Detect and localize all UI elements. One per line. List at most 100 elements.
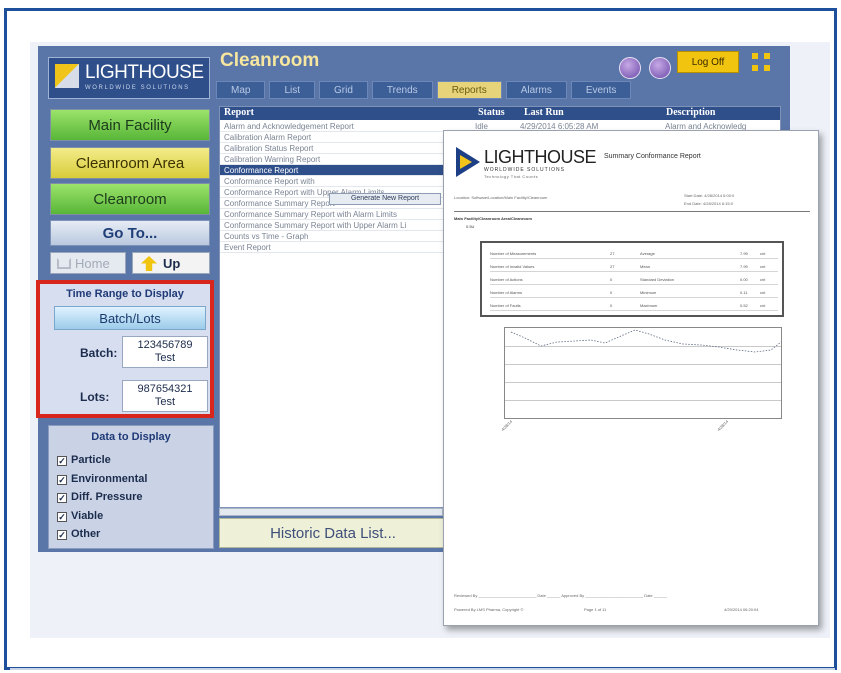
app-title: Cleanroom	[220, 50, 320, 71]
stats-cell-count: 0	[610, 303, 613, 308]
up-label: Up	[163, 256, 181, 271]
doc-signature-line: Reviewed By __________________________ D…	[454, 593, 668, 598]
report-cell-name: Conformance Summary Report with Alarm Li…	[224, 210, 397, 219]
time-range-panel: Time Range to Display Batch/Lots Batch: …	[36, 280, 214, 418]
cleanroom-area-button[interactable]: Cleanroom Area	[50, 147, 210, 179]
doc-section-sub: 0.5U	[466, 224, 475, 229]
doc-logo-tagline: Technology That Counts	[484, 174, 539, 179]
tab-events[interactable]: Events	[570, 81, 632, 99]
stats-cell-stat: Standard Deviation	[640, 277, 675, 282]
doc-date-label: Date	[537, 593, 546, 598]
checkbox-label: Environmental	[71, 473, 148, 485]
data-to-display-title: Data to Display	[91, 431, 171, 443]
up-arrow-icon	[141, 256, 157, 271]
stats-cell-value: 7.99	[740, 264, 748, 269]
doc-logo-subtitle: WORLDWIDE SOLUTIONS	[484, 167, 565, 173]
tab-alarms[interactable]: Alarms	[505, 81, 567, 99]
stats-row: Number of Measurements 27 Average 7.99 cnt	[490, 249, 778, 259]
home-button[interactable]: Home	[50, 252, 126, 274]
stats-cell-value: 0.11	[740, 290, 748, 295]
batch-field[interactable]: 123456789 Test	[122, 336, 208, 368]
logoff-button[interactable]: Log Off	[677, 51, 739, 73]
tab-reports[interactable]: Reports	[436, 81, 502, 99]
col-report[interactable]: Report	[224, 107, 254, 118]
tab-grid[interactable]: Grid	[319, 81, 368, 99]
checkbox-label: Diff. Pressure	[71, 491, 143, 503]
doc-footer-page: Page 1 of 11	[584, 607, 607, 612]
stats-row: Number of Invalid Values 27 Mean 7.99 cnt	[490, 262, 778, 272]
tab-trends[interactable]: Trends	[371, 81, 433, 99]
main-facility-button[interactable]: Main Facility	[50, 109, 210, 141]
col-last-run[interactable]: Last Run	[524, 107, 564, 118]
report-cell-name: Event Report	[224, 243, 271, 252]
stats-cell-count: 0	[610, 277, 613, 282]
lots-label: Lots:	[80, 390, 110, 404]
time-range-title: Time Range to Display	[66, 288, 184, 300]
checkbox-checked-icon: ✓	[57, 512, 67, 522]
help-icon[interactable]	[619, 57, 641, 79]
stats-cell-count: 27	[610, 251, 615, 256]
tab-list[interactable]: List	[269, 81, 316, 99]
up-button[interactable]: Up	[132, 252, 210, 274]
doc-start-label: Start Date:	[684, 193, 704, 198]
col-description[interactable]: Description	[666, 107, 715, 118]
report-cell-name: Conformance Report	[224, 166, 299, 175]
stats-cell-unit: cnt	[760, 303, 766, 308]
lighthouse-logo: LIGHTHOUSE WORLDWIDE SOLUTIONS	[48, 57, 210, 99]
stats-cell-label: Number of Faults	[490, 303, 521, 308]
report-cell-name: Counts vs Time - Graph	[224, 232, 309, 241]
col-status[interactable]: Status	[478, 107, 505, 118]
horizontal-scrollbar[interactable]	[219, 508, 443, 516]
checkbox-particle[interactable]: ✓ Particle	[57, 454, 111, 466]
doc-location: Location: Software/Location/Main Facilit…	[454, 195, 547, 200]
doc-reviewed-by: Reviewed By	[454, 593, 478, 598]
stats-cell-stat: Mean	[640, 264, 651, 269]
doc-date-label-2: Date	[644, 593, 653, 598]
checkbox-label: Particle	[71, 454, 111, 466]
logo-subtitle: WORLDWIDE SOLUTIONS	[85, 85, 190, 91]
batch-value-line2: Test	[154, 352, 176, 364]
stats-cell-stat: Maximum	[640, 303, 658, 308]
tab-map[interactable]: Map	[216, 81, 266, 99]
report-cell-name: Conformance Report with	[224, 177, 315, 186]
doc-approved-by: Approved By	[561, 593, 585, 598]
stats-cell-stat: Average	[640, 251, 655, 256]
cleanroom-button[interactable]: Cleanroom	[50, 183, 210, 215]
stats-row: Number of Alarms 0 Minimum 0.11 cnt	[490, 288, 778, 298]
lots-value-line1: 987654321	[137, 383, 193, 395]
summary-report-document: LIGHTHOUSE WORLDWIDE SOLUTIONS Technolog…	[443, 130, 819, 626]
frame-bottom-rule	[10, 668, 835, 670]
checkbox-label: Viable	[71, 510, 104, 522]
settings-icon[interactable]	[649, 57, 671, 79]
doc-location-label: Location:	[454, 195, 471, 200]
doc-footer-left: Powered By LMS Pharma, Copyright ©	[454, 607, 524, 612]
doc-location-value: Software/Location/Main Facility/Cleanroo…	[471, 195, 548, 200]
report-cell-name: Alarm and Acknowledgement Report	[224, 122, 354, 131]
stats-cell-label: Number of Alarms	[490, 290, 523, 295]
generate-new-report-button[interactable]: Generate New Report	[329, 193, 441, 205]
report-list-header: Report Status Last Run Description	[220, 107, 780, 120]
historic-data-list-button[interactable]: Historic Data List...	[219, 518, 447, 548]
logo-mark-icon	[55, 64, 79, 88]
logo-name: LIGHTHOUSE	[85, 62, 204, 83]
stats-cell-unit: cnt	[760, 264, 766, 269]
checkbox-diff-pressure[interactable]: ✓ Diff. Pressure	[57, 491, 143, 503]
stats-cell-label: Number of Measurements	[490, 251, 537, 256]
range-mode-button[interactable]: Batch/Lots	[54, 306, 206, 330]
stats-cell-label: Number of Invalid Values	[490, 264, 535, 269]
home-icon	[57, 258, 71, 269]
stats-cell-unit: cnt	[760, 277, 766, 282]
doc-end-value: 4/28/2014 6:15:0	[702, 201, 733, 206]
checkbox-environmental[interactable]: ✓ Environmental	[57, 473, 147, 485]
batch-value-line1: 123456789	[137, 339, 193, 351]
checkbox-checked-icon: ✓	[57, 456, 67, 466]
main-tabs: Map List Grid Trends Reports Alarms Even…	[216, 81, 632, 99]
goto-button[interactable]: Go To...	[50, 220, 210, 246]
stats-cell-unit: cnt	[760, 290, 766, 295]
checkbox-checked-icon: ✓	[57, 530, 67, 540]
fullscreen-icon[interactable]	[752, 53, 770, 71]
checkbox-checked-icon: ✓	[57, 475, 67, 485]
checkbox-other[interactable]: ✓ Other	[57, 528, 100, 540]
lots-field[interactable]: 987654321 Test	[122, 380, 208, 412]
checkbox-viable[interactable]: ✓ Viable	[57, 510, 103, 522]
